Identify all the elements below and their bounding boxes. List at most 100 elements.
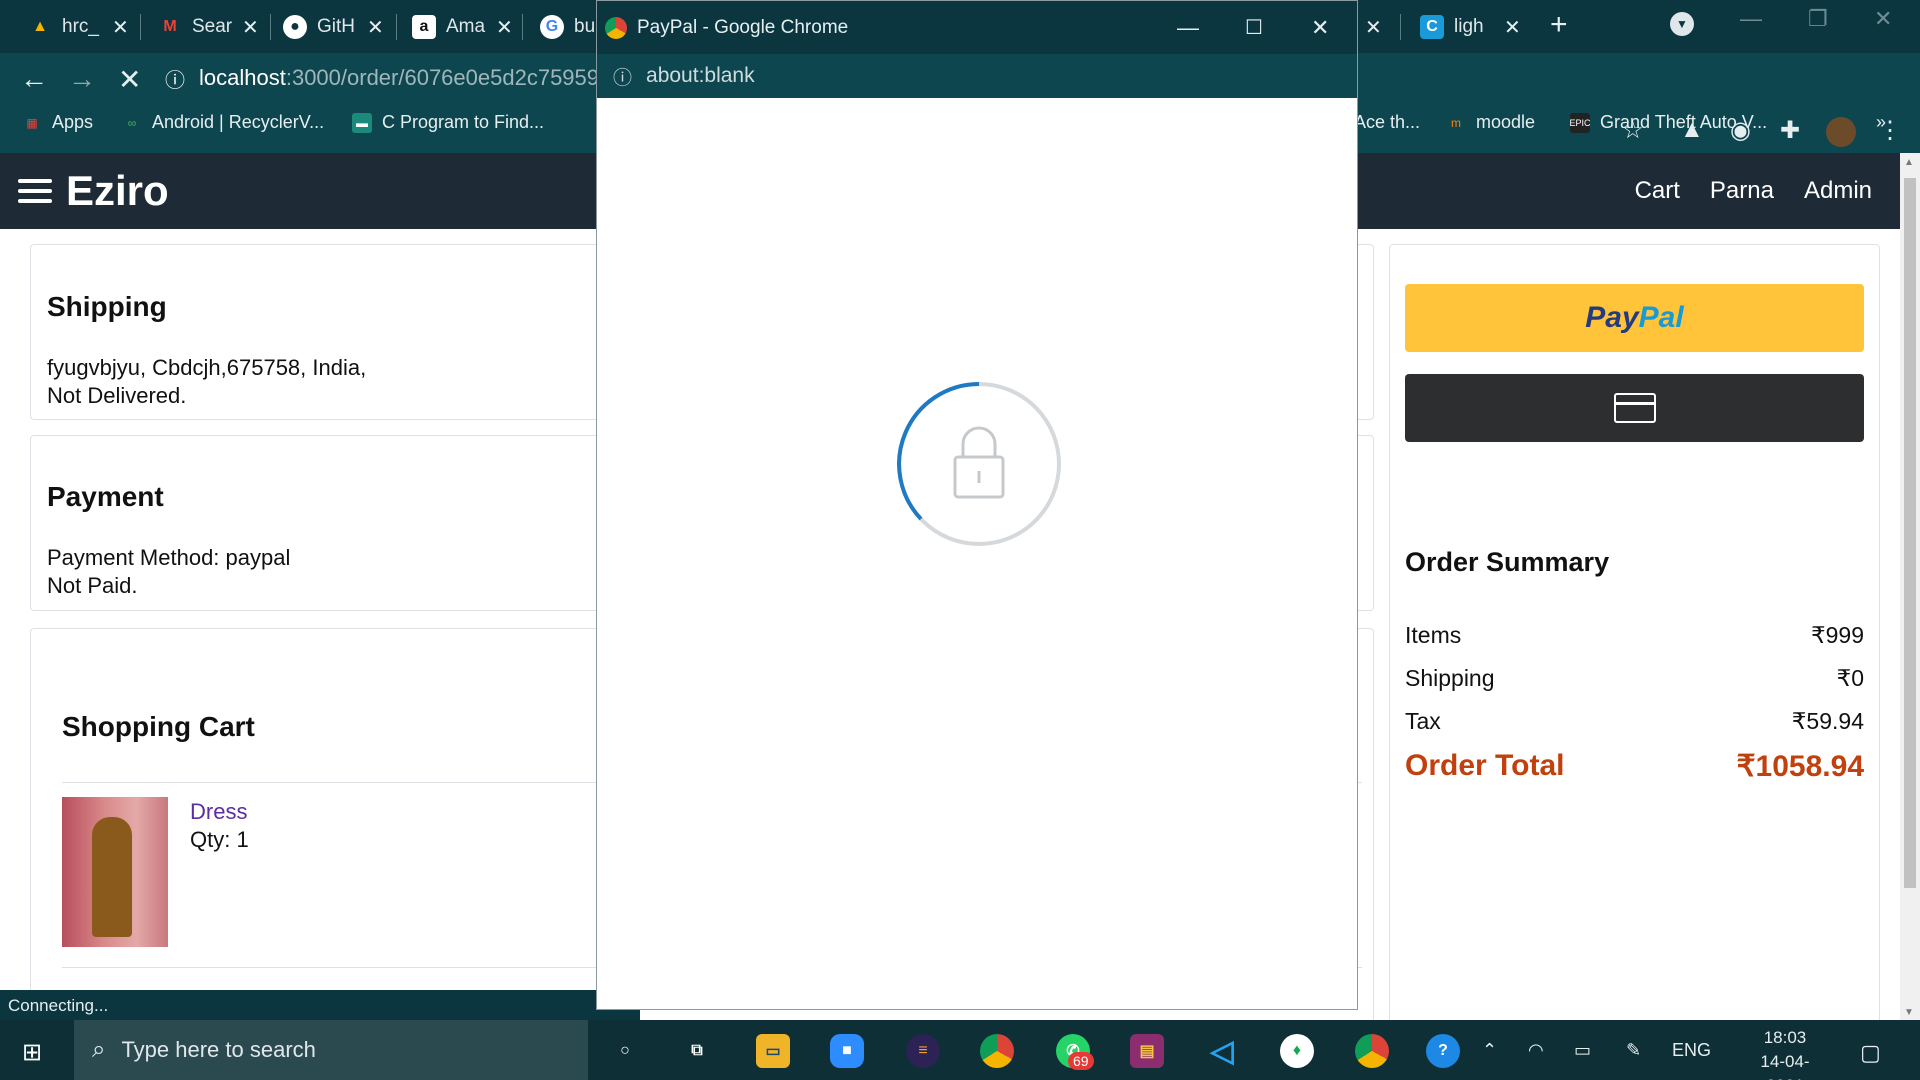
brand[interactable]: Eziro (18, 167, 169, 215)
search-placeholder: Type here to search (121, 1037, 316, 1062)
shipping-address: fyugvbjyu, Cbdcjh,675758, India, (47, 355, 367, 380)
cart-title: Shopping Cart (62, 711, 255, 742)
payment-title: Payment (47, 481, 164, 512)
clock[interactable]: 18:03 14-04-2021 (1750, 1026, 1820, 1080)
close-icon[interactable]: ✕ (242, 15, 259, 40)
paypal-button[interactable]: Pay Pal (1405, 284, 1864, 352)
credit-card-icon (1613, 393, 1656, 423)
tab-amazon[interactable]: a Ama ✕ (412, 8, 513, 46)
back-icon[interactable]: ← (20, 63, 48, 95)
bookmark-moodle[interactable]: m moodle (1446, 112, 1535, 133)
winrar-icon[interactable]: ▤ (1130, 1034, 1164, 1068)
popup-close-icon[interactable]: ✕ (1311, 15, 1329, 41)
order-summary-title: Order Summary (1405, 547, 1610, 577)
language-indicator[interactable]: ENG (1672, 1040, 1711, 1061)
minimize-icon[interactable]: — (1740, 6, 1762, 32)
tab-drive[interactable]: ▲ hrc_ ✕ (28, 8, 129, 46)
close-window-icon[interactable]: ✕ (1874, 6, 1892, 32)
restore-icon[interactable]: ❐ (1808, 6, 1828, 32)
scroll-down-icon[interactable]: ▼ (1904, 1007, 1914, 1018)
forward-icon[interactable]: → (68, 63, 96, 95)
tab-github[interactable]: ● GitH ✕ (283, 8, 384, 46)
help-icon[interactable]: ? (1426, 1034, 1460, 1068)
notifications-icon[interactable]: ▢ (1860, 1040, 1881, 1066)
cortana-icon[interactable]: ○ (608, 1034, 642, 1068)
payment-status: Not Paid. (47, 573, 138, 598)
brand-name[interactable]: Eziro (66, 167, 169, 215)
geeks-icon: ∞ (127, 115, 137, 130)
bookmark-c-program[interactable]: ▬ C Program to Find... (352, 112, 544, 133)
profile-avatar[interactable] (1826, 117, 1856, 147)
site-icon: ▬ (352, 112, 372, 133)
tab-light[interactable]: C ligh ✕ (1420, 8, 1521, 46)
paypal-logo-part1: Pay (1585, 301, 1639, 334)
chevron-up-icon[interactable]: ⌃ (1482, 1040, 1497, 1061)
tab-label: hrc_ (62, 16, 99, 37)
bookmark-ace[interactable]: Ace th... (1354, 112, 1420, 133)
windows-start-icon[interactable]: ⊞ (22, 1038, 42, 1067)
close-icon[interactable]: ✕ (496, 15, 513, 40)
hamburger-menu-icon[interactable] (18, 173, 52, 209)
bookmark-android[interactable]: ∞ Android | RecyclerV... (122, 112, 324, 133)
c-site-icon: C (1420, 15, 1444, 39)
tab-hidden-close[interactable]: ✕ (1355, 8, 1382, 46)
task-view-icon[interactable]: ⧉ (680, 1034, 714, 1068)
close-icon[interactable]: ✕ (367, 15, 384, 40)
taskbar-search-box[interactable]: ⌕ Type here to search (74, 1020, 588, 1080)
shipping-title: Shipping (47, 291, 167, 322)
close-icon[interactable]: ✕ (1365, 15, 1382, 40)
product-name-link[interactable]: Dress (190, 799, 247, 825)
shipping-status: Not Delivered. (47, 383, 187, 408)
bookmarks-overflow-icon[interactable]: » (1876, 112, 1886, 133)
info-icon: ⓘ (165, 69, 185, 92)
summary-row-tax: Tax ₹59.94 (1405, 708, 1864, 734)
popup-maximize-icon[interactable]: ☐ (1245, 15, 1263, 40)
close-icon[interactable]: ✕ (112, 15, 129, 40)
tab-google[interactable]: G bu (540, 8, 594, 46)
bookmark-gta[interactable]: EPIC Grand Theft Auto V... (1570, 112, 1767, 133)
wifi-icon[interactable]: ◠ (1528, 1040, 1544, 1061)
vscode-icon[interactable]: ◁ (1205, 1034, 1239, 1068)
scroll-up-icon[interactable]: ▲ (1904, 157, 1914, 168)
battery-icon[interactable]: ▭ (1574, 1040, 1591, 1061)
page-scrollbar[interactable]: ▲ ▼ (1900, 153, 1920, 1020)
info-icon: ⓘ (613, 67, 633, 89)
lock-icon (953, 426, 1005, 499)
summary-row-total: Order Total ₹1058.94 (1405, 749, 1864, 783)
chrome-icon (605, 16, 627, 39)
paypal-logo-part2: Pal (1638, 301, 1684, 334)
address-bar[interactable]: ⓘ localhost:3000/order/6076e0e5d2c75959 (165, 58, 605, 98)
tab-search-icon[interactable]: ▼ (1670, 12, 1694, 36)
notification-badge: 69 (1068, 1052, 1094, 1070)
moodle-icon: m (1451, 115, 1461, 130)
extensions-puzzle-icon[interactable]: ✚ (1780, 116, 1800, 145)
scrollbar-thumb[interactable] (1904, 178, 1916, 888)
nav-user-link[interactable]: Parna (1710, 177, 1774, 205)
product-qty: Qty: 1 (190, 827, 249, 852)
close-icon[interactable]: ✕ (1504, 15, 1521, 40)
popup-title-bar: PayPal - Google Chrome — ☐ ✕ (597, 1, 1357, 54)
stop-loading-icon[interactable]: ✕ (118, 63, 141, 96)
paypal-popup-window: PayPal - Google Chrome — ☐ ✕ ⓘ about:bla… (596, 0, 1358, 1010)
nav-cart-link[interactable]: Cart (1635, 177, 1680, 205)
zoom-icon[interactable]: ■ (830, 1034, 864, 1068)
new-tab-button[interactable]: + (1550, 8, 1568, 42)
eclipse-icon[interactable]: ≡ (906, 1034, 940, 1068)
popup-minimize-icon[interactable]: — (1177, 15, 1199, 41)
pen-icon[interactable]: ✎ (1626, 1040, 1641, 1061)
chrome-taskbar-icon[interactable] (980, 1034, 1014, 1068)
url-path: :3000/order/6076e0e5d2c75959 (285, 65, 600, 90)
file-explorer-icon[interactable]: ▭ (756, 1034, 790, 1068)
payment-method: Payment Method: paypal (47, 545, 291, 570)
mongodb-icon[interactable]: ♦ (1280, 1034, 1314, 1068)
clock-time: 18:03 (1763, 1028, 1807, 1047)
search-icon: ⌕ (92, 1036, 106, 1063)
debit-credit-card-button[interactable] (1405, 374, 1864, 442)
summary-row-items: Items ₹999 (1405, 622, 1864, 648)
tab-gmail[interactable]: M Sear ✕ (158, 8, 259, 46)
nav-admin-link[interactable]: Admin (1804, 177, 1872, 205)
chrome-profile-taskbar-icon[interactable] (1355, 1034, 1389, 1068)
popup-title: PayPal - Google Chrome (637, 16, 849, 38)
product-image[interactable] (62, 797, 168, 947)
bookmark-apps[interactable]: ▦ Apps (22, 112, 93, 133)
